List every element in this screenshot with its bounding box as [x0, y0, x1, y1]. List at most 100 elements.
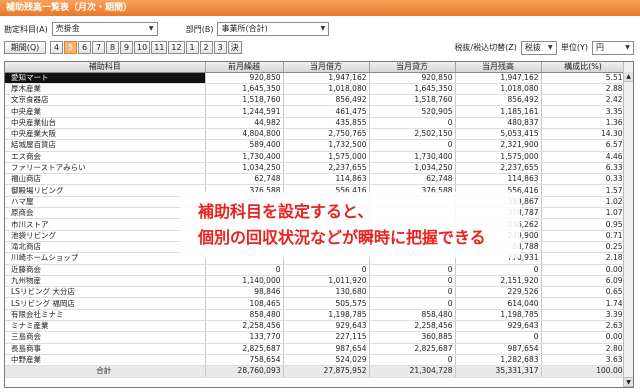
account-select[interactable]: 売掛金 ▼ [51, 22, 158, 36]
debit-cell: 0 [283, 264, 370, 276]
prev-balance-cell: 133,770 [205, 331, 284, 344]
debit-cell: 130,680 [283, 286, 370, 299]
ratio-cell: 6.33 [541, 162, 626, 175]
table-row[interactable]: 中央産業仙台 44,982 435,855 0 480,837 1.36 [5, 117, 626, 129]
prev-balance-cell: 758,654 [205, 354, 284, 367]
month-button-11[interactable]: 11 [151, 41, 168, 54]
chevron-down-icon[interactable]: ▼ [546, 43, 555, 53]
table-row[interactable]: LSリビング 福岡店 108,465 505,575 0 614,040 1.74 [5, 297, 626, 310]
col-header-debit[interactable]: 当月借方 [283, 62, 370, 73]
table-row[interactable]: 愛知マート 920,850 1,947,162 920,850 1,947,162 5.5… [5, 72, 626, 84]
month-button-5[interactable]: 5 [64, 41, 77, 54]
period-button[interactable]: 期間(Q) [4, 41, 46, 54]
credit-cell: 0 [369, 117, 456, 129]
credit-cell: 858,480 [369, 309, 456, 322]
vertical-scrollbar[interactable]: ▲ ▼ [623, 62, 633, 387]
month-button-8[interactable]: 8 [106, 41, 119, 54]
debit-cell: 227,115 [283, 331, 370, 344]
ratio-cell: 3.39 [541, 309, 626, 322]
ratio-cell: 3.35 [541, 105, 626, 118]
month-button-6[interactable]: 6 [78, 41, 91, 54]
balance-cell: 1,282,683 [455, 354, 542, 367]
col-header-credit[interactable]: 当月貸方 [369, 62, 456, 73]
col-header-balance[interactable]: 当月残高 [455, 62, 542, 73]
ratio-cell: 3.63 [541, 354, 626, 367]
col-header-ratio[interactable]: 構成比(%) [541, 62, 626, 73]
chevron-down-icon[interactable]: ▼ [147, 24, 156, 34]
credit-cell: 2,258,456 [369, 320, 456, 333]
table-row[interactable]: ミナミ産業 2,258,456 929,643 2,258,456 929,643 2.6… [5, 320, 626, 333]
debit-cell: 1,575,000 [283, 151, 370, 163]
debit-cell: 524,029 [283, 354, 370, 367]
sub-account-cell: 中野産業 [5, 354, 206, 367]
table-row[interactable]: 福山商店 62,748 114,863 62,748 114,863 0.33 [5, 173, 626, 186]
unit-select-value: 円 [596, 42, 604, 52]
scroll-up-icon[interactable]: ▲ [624, 72, 633, 82]
table-row[interactable]: 中央産業 1,244,591 461,475 520,905 1,185,161 3.35 [5, 105, 626, 118]
ratio-cell: 0.00 [541, 331, 626, 344]
debit-cell: 1,198,785 [283, 309, 370, 322]
prev-balance-cell: 0 [205, 264, 284, 276]
col-header-sub-account[interactable]: 補助科目 [5, 62, 206, 73]
table-row[interactable]: 有限会社ミナミ 858,480 1,198,785 858,480 1,198,785 3… [5, 309, 626, 322]
credit-cell: 2,502,150 [369, 128, 456, 141]
table-row[interactable]: エス商会 1,730,400 1,575,000 1,730,400 1,575,000… [5, 151, 626, 163]
month-button-9[interactable]: 9 [120, 41, 133, 54]
col-header-prev-balance[interactable]: 前月繰越 [205, 62, 284, 73]
month-button-7[interactable]: 7 [92, 41, 105, 54]
balance-cell: 987,654 [455, 343, 542, 355]
chevron-down-icon[interactable]: ▼ [318, 24, 327, 34]
debit-cell: 2,237,655 [283, 162, 370, 175]
month-button-10[interactable]: 10 [134, 41, 151, 54]
sub-account-cell: 御殿場リビング [5, 184, 206, 197]
month-button-1[interactable]: 1 [185, 41, 199, 54]
sub-account-cell: 結城屋百貨店 [5, 139, 206, 152]
prev-balance-cell: 920,850 [205, 72, 284, 84]
feature-callout: 補助科目を設定すると、 個別の回収状況などが瞬時に把握できる [180, 192, 520, 258]
table-row[interactable]: 結城屋百貨店 589,400 1,732,500 0 2,321,900 6.57 [5, 139, 626, 152]
table-row[interactable]: ファリーストアみらい 1,034,250 2,237,655 1,034,250 2,2… [5, 162, 626, 175]
month-button-4[interactable]: 4 [50, 41, 63, 54]
prev-balance-cell: 44,982 [205, 117, 284, 129]
credit-cell: 21,304,728 [369, 365, 456, 378]
chevron-down-icon[interactable]: ▼ [623, 43, 632, 53]
sub-account-cell: ハマ屋 [5, 196, 206, 209]
table-row[interactable]: LSリビング 大分店 98,846 130,680 0 229,526 0.65 [5, 286, 626, 299]
sub-account-cell: 市川ストア [5, 218, 206, 231]
month-button-12[interactable]: 12 [168, 41, 185, 54]
table-row[interactable]: 三島商会 133,770 227,115 360,885 0 0.00 [5, 331, 626, 344]
sub-account-cell: 池袋リビング [5, 230, 206, 242]
prev-balance-cell: 4,804,800 [205, 128, 284, 141]
dept-select[interactable]: 事業所(合計) ▼ [217, 22, 330, 36]
debit-cell: 2,750,765 [283, 128, 370, 141]
balance-cell: 114,863 [455, 173, 542, 186]
tax-select[interactable]: 税抜 ▼ [520, 40, 557, 55]
ratio-cell: 0.65 [541, 286, 626, 299]
debit-cell: 987,654 [283, 343, 370, 355]
month-button-3[interactable]: 3 [213, 41, 227, 54]
sub-account-cell: 中央産業 [5, 105, 206, 118]
balance-cell: 1,947,162 [455, 72, 542, 84]
table-row[interactable]: 文京食器店 1,518,760 856,492 1,518,760 856,492 2.4… [5, 94, 626, 107]
table-row[interactable]: 中央産業大阪 4,804,800 2,750,765 2,502,150 5,053,4… [5, 128, 626, 141]
prev-balance-cell: 2,825,687 [205, 343, 284, 355]
table-row[interactable]: 九州物産 1,140,000 1,011,920 0 2,151,920 6.09 [5, 275, 626, 288]
sub-account-cell: 九州物産 [5, 275, 206, 288]
month-button-settlement[interactable]: 決 [227, 41, 242, 54]
scroll-down-icon[interactable]: ▼ [624, 377, 633, 387]
sub-account-cell: 中央産業仙台 [5, 117, 206, 129]
table-row[interactable]: 中野産業 758,654 524,029 0 1,282,683 3.63 [5, 354, 626, 367]
unit-select[interactable]: 円 ▼ [592, 40, 634, 55]
ratio-cell: 2.80 [541, 343, 626, 355]
callout-line-2: 個別の回収状況などが瞬時に把握できる [198, 228, 486, 247]
table-row[interactable]: 厚木産業 1,645,350 1,018,080 1,645,350 1,018,080… [5, 83, 626, 96]
sub-account-cell: 合計 [5, 365, 206, 378]
table-row[interactable]: 近藤商会 0 0 0 0 0.00 [5, 264, 626, 276]
balance-cell: 929,643 [455, 320, 542, 333]
credit-cell: 0 [369, 264, 456, 276]
month-button-2[interactable]: 2 [199, 41, 213, 54]
account-select-value: 売掛金 [55, 24, 80, 33]
credit-cell: 1,645,350 [369, 83, 456, 96]
account-label: 勘定科目(A) [4, 24, 48, 34]
table-row[interactable]: 長島商事 2,825,687 987,654 2,825,687 987,654 2.80 [5, 343, 626, 355]
